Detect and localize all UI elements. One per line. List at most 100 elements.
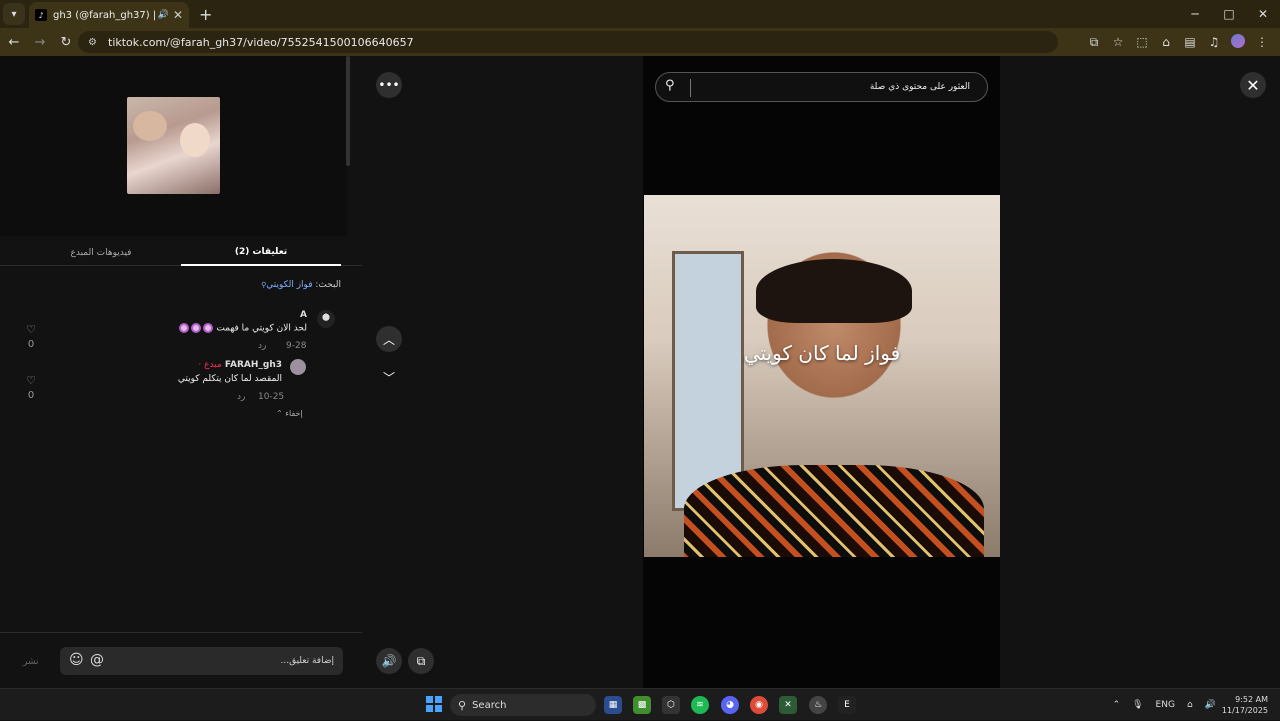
previous-video-button[interactable]: ︿: [376, 326, 402, 352]
comment-author[interactable]: A: [300, 310, 307, 320]
emoji-icon: [179, 323, 190, 333]
steam-icon[interactable]: ♨: [809, 696, 827, 714]
sidebar-icon[interactable]: ▤: [1178, 35, 1202, 49]
comment-composer: نشر ☺ @: [0, 632, 362, 688]
network-icon[interactable]: ⌂: [1187, 700, 1193, 710]
profile-avatar[interactable]: [1226, 33, 1250, 51]
search-keyword[interactable]: فواز الكويتي: [266, 280, 312, 290]
like-heart-icon[interactable]: ♡: [22, 323, 40, 336]
comment-text: المقصد لما كان يتكلم كويتي: [177, 374, 282, 384]
tab-title: gh3 (@farah_gh37) | TikTok: [53, 9, 155, 21]
comments-panel: فيديوهات المبدع (2) تعليقات البحث: فواز …: [0, 56, 362, 688]
speaker-icon: 🔊: [381, 654, 397, 668]
next-video-button[interactable]: ﹀: [376, 364, 402, 390]
video-caption: فواز لما كان كويتي: [743, 341, 901, 365]
system-tray: ⌃ 🎙 ENG ⌂ 🔊 9:52 AM 11/17/2025: [1107, 689, 1280, 721]
hide-replies-button[interactable]: ⌃ إخفاء: [276, 409, 303, 418]
search-icon: ⚲: [458, 698, 467, 712]
clock-time: 9:52 AM: [1235, 695, 1268, 704]
chrome-icon[interactable]: ◉: [750, 696, 768, 714]
site-info-icon[interactable]: ⚙: [88, 37, 100, 48]
related-search-box: ⚲: [655, 72, 988, 102]
related-search-line[interactable]: البحث: فواز الكويتي⚲: [261, 280, 341, 290]
volume-button[interactable]: 🔊: [376, 648, 402, 674]
avatar[interactable]: [317, 310, 335, 328]
volume-icon[interactable]: 🔊: [1205, 700, 1216, 710]
comment-text-content: لحد الان كويتي ما فهمت: [216, 323, 307, 334]
close-window-button[interactable]: ✕: [1246, 0, 1280, 28]
taskbar-search[interactable]: ⚲ Search: [450, 694, 596, 716]
comment-text: لحد الان كويتي ما فهمت: [177, 323, 307, 334]
floating-player-button[interactable]: ⧉: [408, 648, 434, 674]
file-explorer-icon[interactable]: ▦: [604, 696, 622, 714]
start-button[interactable]: [426, 696, 442, 712]
emoji-icon: [191, 323, 202, 333]
search-icon[interactable]: ⚲: [665, 78, 675, 93]
comment-input[interactable]: [110, 647, 338, 675]
epic-games-icon[interactable]: E: [838, 696, 856, 714]
toolbar-icons: ⧉ ☆ ⬚ ⌂ ▤ ♫ ⋮: [1082, 28, 1274, 56]
post-button[interactable]: نشر: [23, 657, 39, 667]
avatar[interactable]: [290, 359, 306, 375]
spotify-icon[interactable]: ≋: [691, 696, 709, 714]
like-heart-icon[interactable]: ♡: [22, 374, 40, 387]
tab-close-icon[interactable]: ✕: [173, 8, 183, 22]
app-cube-icon[interactable]: ⬡: [662, 696, 680, 714]
bookmark-star-icon[interactable]: ☆: [1106, 35, 1130, 49]
install-app-icon[interactable]: ⧉: [1082, 35, 1106, 50]
reload-icon[interactable]: ↻: [54, 35, 78, 50]
tiktok-video-page: فيديوهات المبدع (2) تعليقات البحث: فواز …: [0, 56, 1280, 688]
tiktok-favicon: ♪: [35, 9, 47, 21]
like-count: 0: [27, 339, 35, 350]
comment-date: 10-25: [258, 392, 285, 402]
discord-icon[interactable]: ◕: [721, 696, 739, 714]
xbox-icon[interactable]: ✕: [779, 696, 797, 714]
comment-author[interactable]: FARAH_gh3: [225, 360, 282, 370]
pip-icon: ⧉: [416, 653, 426, 668]
reply-button[interactable]: رد: [258, 341, 266, 351]
show-hidden-icons-icon[interactable]: ⌃: [1113, 700, 1121, 710]
search-prefix: البحث:: [312, 280, 341, 290]
comment-date: 9-28: [286, 341, 307, 351]
extensions-icon[interactable]: ⬚: [1130, 35, 1154, 49]
more-options-button[interactable]: •••: [376, 72, 402, 98]
minimize-button[interactable]: ─: [1178, 0, 1212, 28]
tab-search-dropdown[interactable]: ▾: [3, 3, 25, 25]
url-text[interactable]: tiktok.com/@farah_gh37/video/75525415001…: [108, 36, 414, 49]
video-preview-area: [0, 56, 347, 236]
browser-menu-icon[interactable]: ⋮: [1250, 35, 1274, 49]
panel-scrollbar[interactable]: [346, 56, 350, 166]
back-arrow-icon[interactable]: ←: [2, 35, 26, 50]
video-thumbnail[interactable]: [127, 97, 220, 194]
hide-label: إخفاء: [285, 409, 303, 418]
language-indicator[interactable]: ENG: [1156, 700, 1175, 710]
performance-icon[interactable]: ⌂: [1154, 35, 1178, 49]
mention-icon[interactable]: @: [90, 652, 104, 668]
forward-arrow-icon[interactable]: →: [28, 35, 52, 50]
close-video-button[interactable]: ✕: [1240, 72, 1266, 98]
clock[interactable]: 9:52 AM 11/17/2025: [1222, 694, 1268, 716]
emoji-picker-icon[interactable]: ☺: [69, 652, 84, 668]
search-divider: [690, 79, 691, 97]
windows-taskbar: ⚲ Search ▦ ▩ ⬡ ≋ ◕ ◉ ✕ ♨ E ⌃ 🎙 ENG ⌂ 🔊 9…: [0, 688, 1280, 720]
window-controls: ─ □ ✕: [1178, 0, 1280, 28]
like-count: 0: [27, 390, 35, 401]
new-tab-button[interactable]: +: [199, 5, 212, 24]
minecraft-icon[interactable]: ▩: [633, 696, 651, 714]
maximize-button[interactable]: □: [1212, 0, 1246, 28]
media-control-icon[interactable]: ♫: [1202, 35, 1226, 49]
tab-creator-videos[interactable]: فيديوهات المبدع: [20, 240, 182, 266]
search-input[interactable]: [696, 73, 978, 101]
address-bar[interactable]: ⚙ tiktok.com/@farah_gh37/video/755254150…: [78, 31, 1058, 53]
browser-tab-tiktok[interactable]: ♪ gh3 (@farah_gh37) | TikTok 🔊 ✕: [29, 2, 189, 28]
chevron-up-icon: ︿: [382, 332, 395, 347]
comment-input-box: ☺ @: [60, 647, 343, 675]
taskbar-search-label: Search: [472, 699, 507, 711]
video-background-door: [672, 251, 744, 511]
video-subject-shirt: [684, 465, 984, 557]
microphone-icon[interactable]: 🎙: [1132, 700, 1143, 710]
tab-audio-icon[interactable]: 🔊: [158, 10, 169, 20]
reply-button[interactable]: رد: [237, 392, 245, 402]
tab-comments[interactable]: (2) تعليقات: [181, 240, 341, 266]
video-content[interactable]: فواز لما كان كويتي: [644, 195, 1000, 557]
